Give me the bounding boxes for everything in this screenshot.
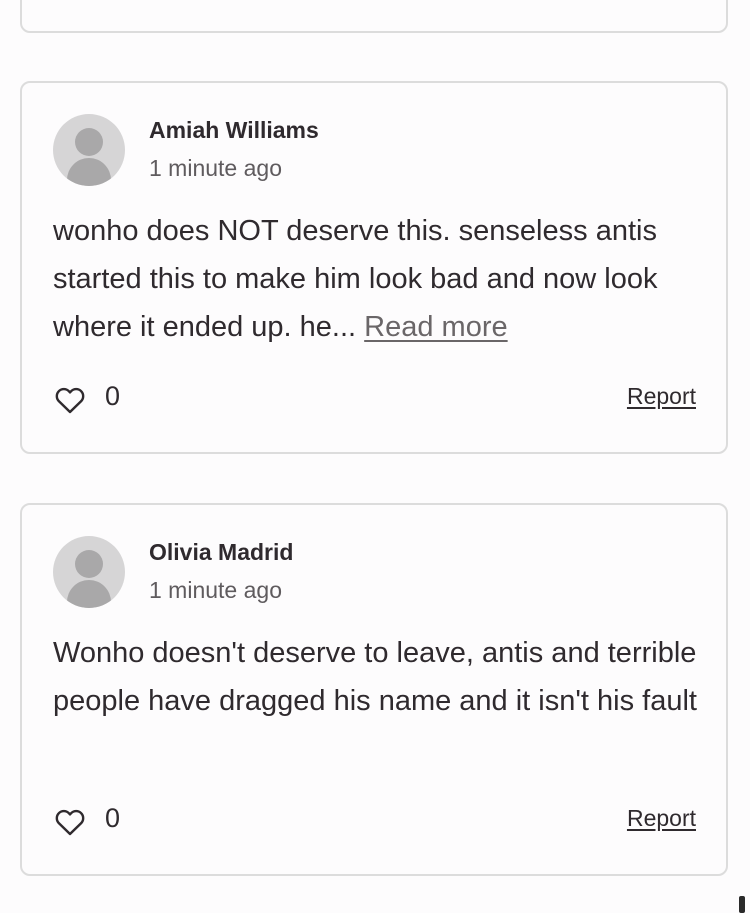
avatar-body	[67, 158, 111, 186]
like-count: 0	[105, 381, 121, 411]
heart-outline-icon	[55, 809, 85, 836]
report-link[interactable]: Report	[627, 805, 696, 832]
comments-page: Amiah Williams 1 minute ago wonho does N…	[0, 0, 750, 913]
comment-text: wonho does NOT deserve this. senseless a…	[53, 215, 658, 343]
comment-card: Amiah Williams 1 minute ago wonho does N…	[20, 81, 728, 454]
comment-author: Amiah Williams	[149, 117, 319, 143]
report-link[interactable]: Report	[627, 383, 696, 410]
comment-text: Wonho doesn't deserve to leave, antis an…	[53, 637, 697, 717]
scrollbar-thumb[interactable]	[739, 896, 745, 913]
avatar-head	[75, 550, 103, 578]
comment-text-block: wonho does NOT deserve this. senseless a…	[53, 207, 703, 351]
avatar-head	[75, 128, 103, 156]
avatar	[53, 114, 125, 186]
comment-card-previous	[20, 0, 728, 33]
comment-timestamp: 1 minute ago	[149, 577, 282, 603]
avatar-body	[67, 580, 111, 608]
comment-text-block: Wonho doesn't deserve to leave, antis an…	[53, 629, 703, 725]
read-more-link[interactable]: Read more	[364, 311, 507, 343]
comment-card: Olivia Madrid 1 minute ago Wonho doesn't…	[20, 503, 728, 876]
like-count: 0	[105, 803, 121, 833]
comment-author: Olivia Madrid	[149, 539, 294, 565]
avatar	[53, 536, 125, 608]
comment-timestamp: 1 minute ago	[149, 155, 282, 181]
heart-icon[interactable]	[53, 805, 87, 839]
heart-outline-icon	[55, 387, 85, 414]
heart-icon[interactable]	[53, 383, 87, 417]
